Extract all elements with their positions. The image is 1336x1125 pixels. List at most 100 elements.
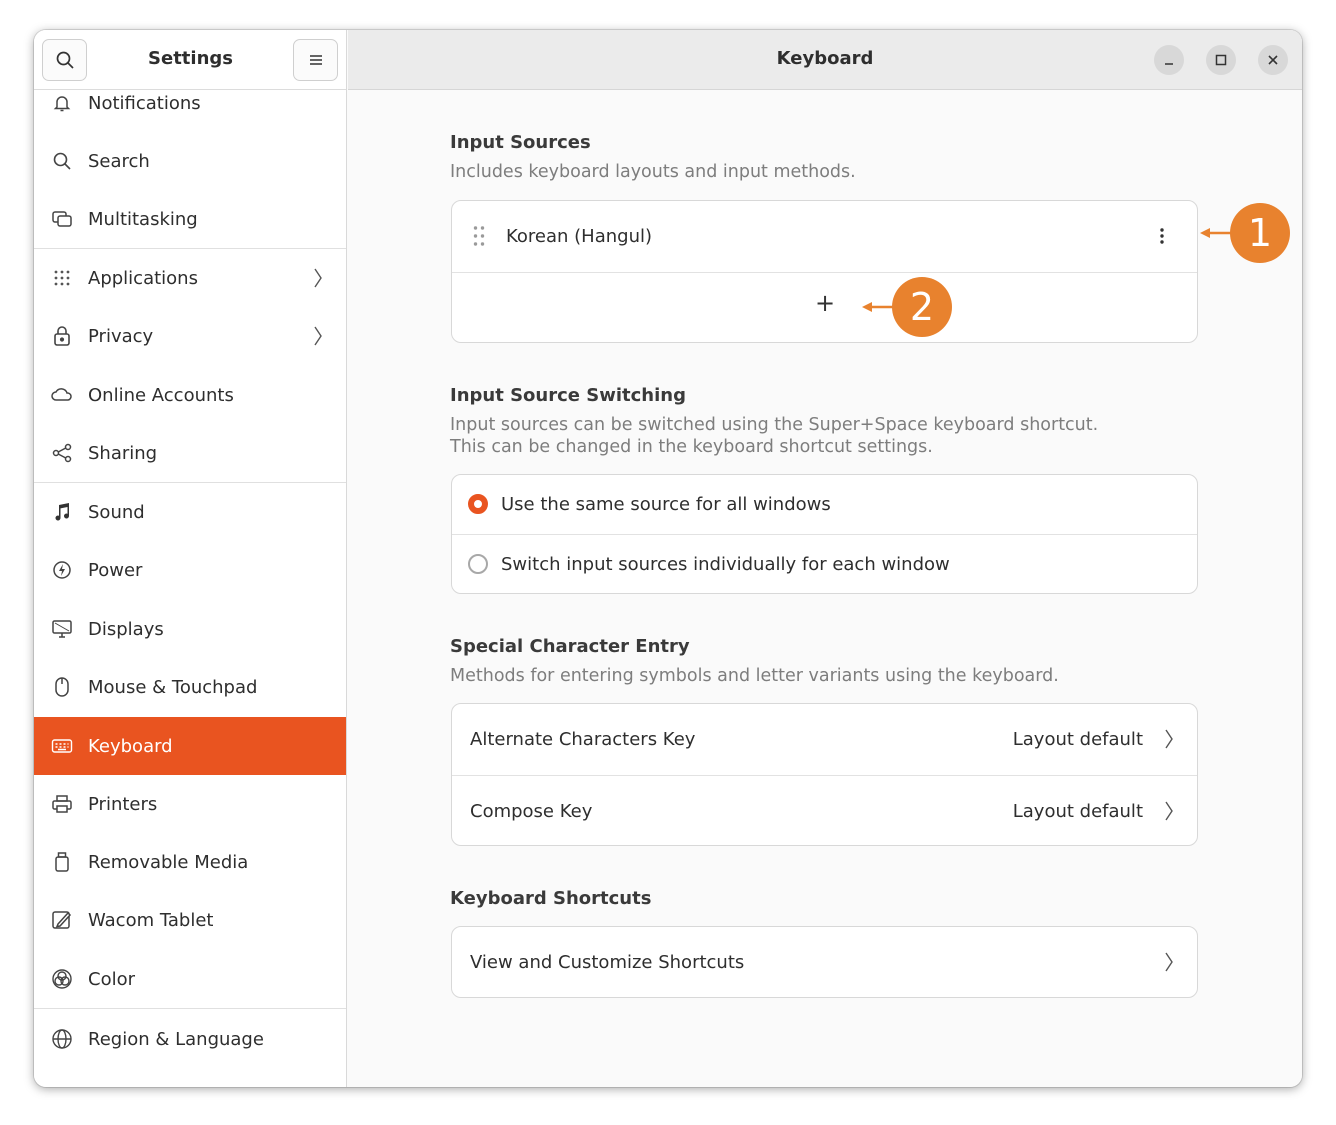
sidebar-item-multitasking[interactable]: Multitasking <box>34 190 346 248</box>
sidebar-item-sound[interactable]: Sound <box>34 483 346 541</box>
sidebar-item-label: Multitasking <box>88 208 198 230</box>
sidebar-item-label: Wacom Tablet <box>88 909 214 931</box>
sidebar-item-printers[interactable]: Printers <box>34 775 346 833</box>
sidebar: Notifications Search Multitasking Applic… <box>34 30 347 1087</box>
add-input-source-button[interactable]: + <box>452 273 1197 343</box>
chevron-right-icon <box>314 268 322 288</box>
alternate-characters-key-row[interactable]: Alternate Characters Key Layout default <box>452 704 1197 775</box>
switching-description-line1: Input sources can be switched using the … <box>450 415 1099 435</box>
minimize-button[interactable] <box>1154 45 1184 75</box>
sidebar-item-sharing[interactable]: Sharing <box>34 424 346 482</box>
display-icon <box>51 618 73 640</box>
callout-badge-2: 2 <box>892 277 952 337</box>
row-value: Layout default <box>1012 800 1143 822</box>
radio-button-selected[interactable] <box>468 494 488 514</box>
minimize-icon <box>1165 63 1173 65</box>
sidebar-item-label: Applications <box>88 267 198 289</box>
close-button[interactable] <box>1258 45 1288 75</box>
callout-arrow-2 <box>862 302 894 312</box>
close-icon <box>1268 55 1278 65</box>
sidebar-item-label: Power <box>88 559 143 581</box>
input-sources-description: Includes keyboard layouts and input meth… <box>450 162 856 182</box>
apps-grid-icon <box>51 267 73 289</box>
sidebar-item-displays[interactable]: Displays <box>34 600 346 658</box>
input-source-row[interactable]: Korean (Hangul) <box>452 201 1197 272</box>
sidebar-item-label: Sharing <box>88 442 158 464</box>
maximize-button[interactable] <box>1206 45 1236 75</box>
sidebar-item-label: Printers <box>88 793 158 815</box>
input-sources-card: Korean (Hangul) + <box>451 200 1198 343</box>
input-sources-title: Input Sources <box>450 132 591 153</box>
sidebar-search-button[interactable] <box>42 39 87 81</box>
radio-label: Switch input sources individually for ea… <box>501 554 950 575</box>
tablet-icon <box>51 909 73 931</box>
switching-description-line2: This can be changed in the keyboard shor… <box>450 437 933 457</box>
multitasking-icon <box>51 208 73 230</box>
globe-icon <box>51 1028 73 1050</box>
input-source-label: Korean (Hangul) <box>506 226 653 247</box>
radio-option-individual[interactable]: Switch input sources individually for ea… <box>452 535 1197 594</box>
row-value: Layout default <box>1012 729 1143 750</box>
sidebar-item-keyboard[interactable]: Keyboard <box>34 717 346 775</box>
sidebar-item-color[interactable]: Color <box>34 950 346 1008</box>
compose-key-row[interactable]: Compose Key Layout default <box>452 776 1197 846</box>
keyboard-icon <box>51 735 73 757</box>
radio-button[interactable] <box>468 554 488 574</box>
sidebar-title: Settings <box>148 48 233 69</box>
chevron-right-icon <box>1165 729 1173 749</box>
color-icon <box>51 968 73 990</box>
row-label: Alternate Characters Key <box>470 729 696 750</box>
more-options-icon[interactable] <box>1158 227 1166 245</box>
keyboard-shortcuts-title: Keyboard Shortcuts <box>450 888 652 909</box>
sidebar-item-label: Color <box>88 968 135 990</box>
sidebar-item-wacom-tablet[interactable]: Wacom Tablet <box>34 891 346 949</box>
sidebar-item-label: Notifications <box>88 92 201 114</box>
cloud-icon <box>51 384 73 406</box>
keyboard-shortcuts-card: View and Customize Shortcuts <box>451 926 1198 998</box>
view-customize-shortcuts-row[interactable]: View and Customize Shortcuts <box>452 927 1197 997</box>
main-header: Keyboard <box>348 30 1302 90</box>
removable-media-icon <box>51 851 73 873</box>
add-icon: + <box>815 289 836 317</box>
mouse-icon <box>51 676 73 698</box>
sidebar-item-label: Privacy <box>88 325 154 347</box>
radio-option-same-source[interactable]: Use the same source for all windows <box>452 475 1197 534</box>
main-panel: Keyboard Input Sources Includes keyboard… <box>348 30 1302 1087</box>
sidebar-item-label: Online Accounts <box>88 384 234 406</box>
power-icon <box>51 559 73 581</box>
settings-window: Notifications Search Multitasking Applic… <box>34 30 1302 1087</box>
main-menu-button[interactable] <box>293 39 338 81</box>
special-char-card: Alternate Characters Key Layout default … <box>451 703 1198 846</box>
special-char-description: Methods for entering symbols and letter … <box>450 666 1059 686</box>
chevron-right-icon <box>314 326 322 346</box>
search-icon <box>51 150 73 172</box>
hamburger-menu-icon <box>309 55 322 65</box>
sidebar-item-search[interactable]: Search <box>34 132 346 190</box>
sidebar-item-region-language[interactable]: Region & Language <box>34 1010 346 1068</box>
chevron-right-icon <box>1165 801 1173 821</box>
sidebar-item-label: Removable Media <box>88 851 249 873</box>
share-icon <box>51 442 73 464</box>
sidebar-item-applications[interactable]: Applications <box>34 249 346 307</box>
music-note-icon <box>51 501 73 523</box>
sidebar-item-label: Search <box>88 150 150 172</box>
sidebar-item-label: Mouse & Touchpad <box>88 676 258 698</box>
sidebar-item-removable-media[interactable]: Removable Media <box>34 833 346 891</box>
radio-label: Use the same source for all windows <box>501 494 831 515</box>
printer-icon <box>51 793 73 815</box>
sidebar-item-label: Keyboard <box>88 735 173 757</box>
switching-title: Input Source Switching <box>450 385 686 406</box>
drag-handle-icon[interactable] <box>472 225 486 247</box>
sidebar-item-power[interactable]: Power <box>34 541 346 599</box>
maximize-icon <box>1215 54 1227 66</box>
sidebar-item-privacy[interactable]: Privacy <box>34 307 346 365</box>
chevron-right-icon <box>1165 952 1173 972</box>
sidebar-item-label: Displays <box>88 618 164 640</box>
sidebar-item-label: Sound <box>88 501 145 523</box>
row-label: Compose Key <box>470 800 593 822</box>
sidebar-item-online-accounts[interactable]: Online Accounts <box>34 366 346 424</box>
row-label: View and Customize Shortcuts <box>470 951 745 973</box>
bell-icon <box>51 92 73 114</box>
sidebar-item-mouse-touchpad[interactable]: Mouse & Touchpad <box>34 658 346 716</box>
special-char-title: Special Character Entry <box>450 636 690 657</box>
